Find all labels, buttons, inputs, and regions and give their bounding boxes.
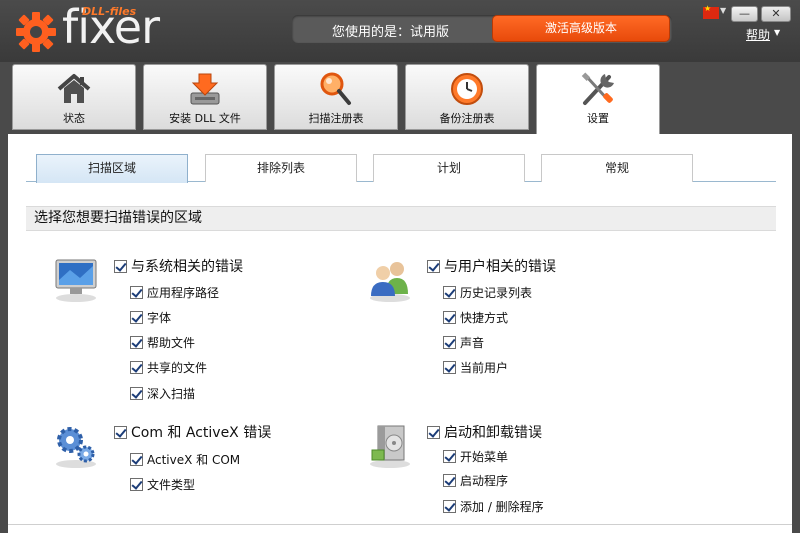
checkbox-label: 应用程序路径 <box>147 286 220 300</box>
tab-scan-registry[interactable]: 扫描注册表 <box>274 64 398 130</box>
checkbox-checked-icon[interactable] <box>443 336 456 349</box>
checkbox-checked-icon[interactable] <box>130 311 143 324</box>
checkbox-checked-icon[interactable] <box>130 286 143 299</box>
checkbox-label: 与系统相关的错误 <box>131 259 243 275</box>
checkbox-checked-icon[interactable] <box>130 478 143 491</box>
checkbox-start-menu[interactable]: 开始菜单 <box>443 448 508 465</box>
checkbox-user-errors[interactable]: 与用户相关的错误 <box>427 256 556 276</box>
gears-icon <box>56 427 96 468</box>
checkbox-checked-icon[interactable] <box>427 425 440 439</box>
checkbox-checked-icon[interactable] <box>427 259 440 273</box>
tab-status-label: 状态 <box>63 112 85 125</box>
checkbox-shortcuts[interactable]: 快捷方式 <box>443 309 508 326</box>
checkbox-label: 添加 / 删除程序 <box>460 500 544 514</box>
install-download-icon <box>190 73 220 105</box>
language-flag-icon[interactable] <box>703 4 719 19</box>
checkbox-label: 当前用户 <box>460 361 509 375</box>
license-status-text: 您使用的是：试用版 <box>332 25 450 40</box>
subtab-general[interactable]: 常规 <box>541 154 693 182</box>
gear-logo-icon <box>16 12 56 52</box>
checkbox-current-user[interactable]: 当前用户 <box>443 359 508 376</box>
title-bar: fixer DLL-files 您使用的是：试用版 激活高级版本 ▼ — ✕ 帮… <box>0 0 800 62</box>
checkbox-deep-scan[interactable]: 深入扫描 <box>130 385 195 402</box>
checkbox-system-errors[interactable]: 与系统相关的错误 <box>114 256 243 276</box>
activate-premium-button[interactable]: 激活高级版本 <box>492 15 670 42</box>
checkbox-history-lists[interactable]: 历史记录列表 <box>443 284 532 301</box>
checkbox-checked-icon[interactable] <box>114 425 127 439</box>
checkbox-checked-icon[interactable] <box>443 361 456 374</box>
tab-install-dll-label: 安装 DLL 文件 <box>169 112 241 125</box>
checkbox-label: 开始菜单 <box>460 450 509 464</box>
checkbox-startup-programs[interactable]: 启动程序 <box>443 472 508 489</box>
checkbox-file-types[interactable]: 文件类型 <box>130 476 195 493</box>
checkbox-shared-files[interactable]: 共享的文件 <box>130 359 207 376</box>
users-icon <box>370 262 410 302</box>
checkbox-activex-com[interactable]: ActiveX 和 COM <box>130 451 240 468</box>
checkbox-checked-icon[interactable] <box>443 286 456 299</box>
checkbox-com-activex-errors[interactable]: Com 和 ActiveX 错误 <box>114 422 271 442</box>
checkbox-add-remove-programs[interactable]: 添加 / 删除程序 <box>443 498 544 515</box>
settings-panel <box>0 134 800 533</box>
checkbox-label: 文件类型 <box>147 478 196 492</box>
checkbox-checked-icon[interactable] <box>130 453 143 466</box>
tab-backup-registry[interactable]: 备份注册表 <box>405 64 529 130</box>
checkbox-sounds[interactable]: 声音 <box>443 334 484 351</box>
checkbox-label: 快捷方式 <box>460 311 509 325</box>
tab-settings[interactable]: 设置 <box>536 64 660 136</box>
tools-icon <box>581 72 614 105</box>
tab-status[interactable]: 状态 <box>12 64 136 130</box>
checkbox-label: 启动和卸载错误 <box>444 425 542 441</box>
checkbox-label: 字体 <box>147 311 172 325</box>
checkbox-checked-icon[interactable] <box>130 361 143 374</box>
checkbox-label: 深入扫描 <box>147 387 196 401</box>
checkbox-label: Com 和 ActiveX 错误 <box>131 425 272 441</box>
checkbox-label: 声音 <box>460 336 485 350</box>
subtab-exclusion-list[interactable]: 排除列表 <box>205 154 357 182</box>
checkbox-label: 启动程序 <box>460 474 509 488</box>
backup-clock-icon <box>451 73 483 105</box>
subtab-schedule[interactable]: 计划 <box>373 154 525 182</box>
app-logo: fixer DLL-files <box>14 0 174 56</box>
checkbox-startup-uninstall-errors[interactable]: 启动和卸载错误 <box>427 422 542 442</box>
checkbox-label: 历史记录列表 <box>460 286 533 300</box>
checkbox-fonts[interactable]: 字体 <box>130 309 171 326</box>
checkbox-label: ActiveX 和 COM <box>147 453 241 467</box>
checkbox-label: 帮助文件 <box>147 336 196 350</box>
checkbox-label: 与用户相关的错误 <box>444 259 556 275</box>
checkbox-checked-icon[interactable] <box>130 336 143 349</box>
tab-scan-registry-label: 扫描注册表 <box>308 112 364 125</box>
checkbox-checked-icon[interactable] <box>443 474 456 487</box>
subtab-scan-area[interactable]: 扫描区域 <box>36 154 188 183</box>
software-box-icon <box>370 425 410 468</box>
tab-settings-label: 设置 <box>587 112 609 125</box>
close-button[interactable]: ✕ <box>761 6 791 22</box>
help-dropdown-icon[interactable]: ▼ <box>774 28 780 37</box>
checkbox-checked-icon[interactable] <box>443 311 456 324</box>
checkbox-checked-icon[interactable] <box>130 387 143 400</box>
tab-install-dll[interactable]: 安装 DLL 文件 <box>143 64 267 130</box>
language-dropdown-icon[interactable]: ▼ <box>720 6 726 15</box>
help-menu[interactable]: 帮助 <box>746 26 770 43</box>
computer-monitor-icon <box>55 259 97 302</box>
checkbox-checked-icon[interactable] <box>443 450 456 463</box>
checkbox-label: 共享的文件 <box>147 361 208 375</box>
logo-subtitle: DLL-files <box>82 5 137 18</box>
checkbox-checked-icon[interactable] <box>114 259 127 273</box>
home-icon <box>57 74 91 103</box>
minimize-button[interactable]: — <box>731 6 758 22</box>
magnifier-icon <box>320 72 351 105</box>
section-title: 选择您想要扫描错误的区域 <box>26 206 776 231</box>
checkbox-app-paths[interactable]: 应用程序路径 <box>130 284 219 301</box>
tab-backup-registry-label: 备份注册表 <box>439 112 495 125</box>
checkbox-checked-icon[interactable] <box>443 500 456 513</box>
bottom-divider <box>8 524 792 525</box>
checkbox-help-files[interactable]: 帮助文件 <box>130 334 195 351</box>
